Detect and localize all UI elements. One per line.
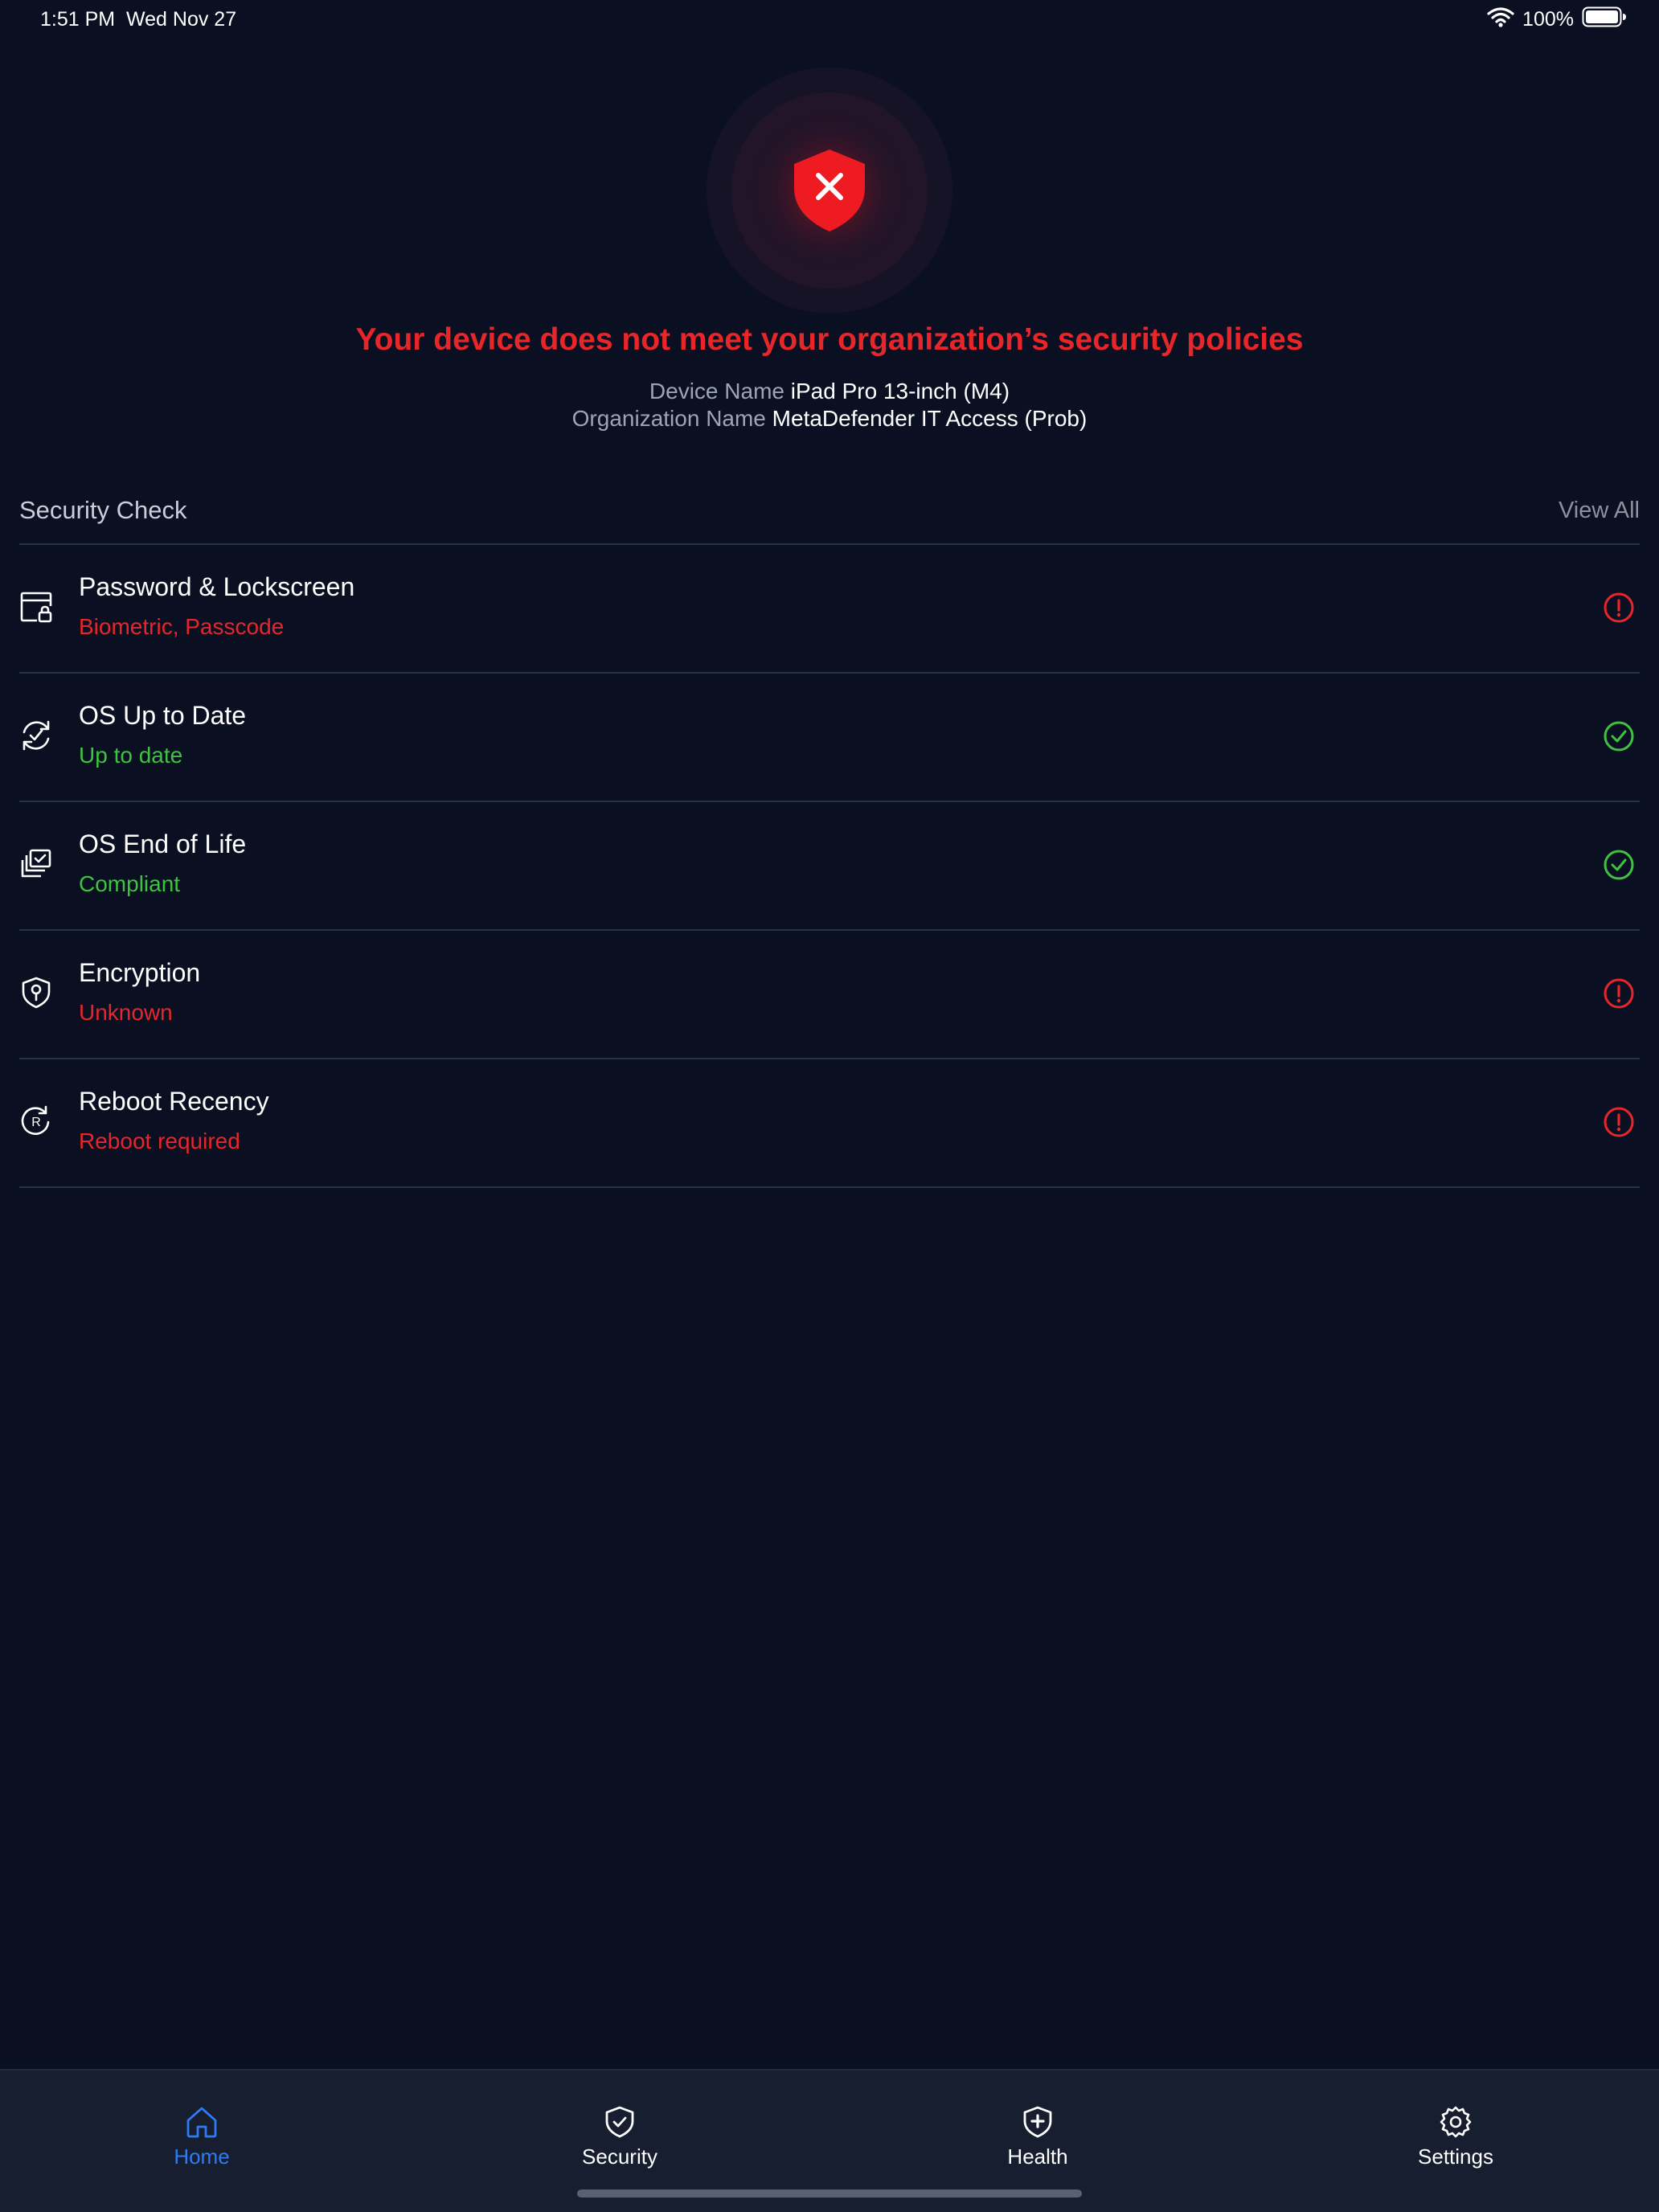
tab-label: Health (1007, 2144, 1068, 2169)
divider (19, 1186, 1640, 1188)
lockscreen-icon (19, 590, 53, 624)
reboot-icon: R (19, 1104, 53, 1138)
stacked-check-icon (19, 847, 53, 881)
app-screen: 1:51 PM Wed Nov 27 100% Your device does… (0, 0, 1659, 2212)
tab-label: Home (174, 2144, 230, 2169)
check-title: OS End of Life (79, 830, 247, 858)
check-subtitle: Compliant (79, 871, 181, 896)
security-check-header: Security Check View All (19, 496, 1640, 528)
warning-icon (1603, 592, 1635, 624)
tab-home[interactable]: Home (105, 2104, 298, 2177)
tab-settings[interactable]: Settings (1359, 2104, 1552, 2177)
shield-x-icon (707, 68, 952, 313)
organization-name-label: Organization Name (571, 406, 766, 431)
status-time: 1:51 PM (40, 8, 116, 31)
device-name-value: iPad Pro 13-inch (M4) (790, 379, 1010, 403)
tab-security[interactable]: Security (523, 2104, 716, 2177)
check-row-password[interactable]: Password & Lockscreen Biometric, Passcod… (19, 545, 1640, 672)
shield-plus-icon (1023, 2106, 1052, 2138)
battery-percentage: 100% (1522, 8, 1574, 31)
hero-shield (707, 68, 952, 313)
check-title: OS Up to Date (79, 701, 247, 730)
check-row-os-end-of-life[interactable]: OS End of Life Compliant (19, 802, 1640, 929)
tab-health[interactable]: Health (941, 2104, 1134, 2177)
svg-text:R: R (31, 1116, 41, 1129)
battery-icon (1582, 6, 1627, 33)
organization-name-line: Organization Name MetaDefender IT Access… (0, 406, 1659, 432)
refresh-check-icon (19, 719, 53, 752)
organization-name-value: MetaDefender IT Access (Prob) (772, 406, 1088, 431)
check-circle-icon (1603, 849, 1635, 881)
warning-icon (1603, 1106, 1635, 1138)
check-title: Password & Lockscreen (79, 572, 355, 601)
status-indicators: 100% (1487, 6, 1627, 33)
check-row-encryption[interactable]: Encryption Unknown (19, 931, 1640, 1058)
status-bar: 1:51 PM Wed Nov 27 100% (0, 0, 1659, 39)
tab-label: Settings (1418, 2144, 1493, 2169)
check-title: Reboot Recency (79, 1087, 269, 1116)
gear-icon (1440, 2106, 1472, 2138)
shield-key-icon (19, 976, 53, 1010)
wifi-icon (1487, 6, 1514, 33)
check-row-os-up-to-date[interactable]: OS Up to Date Up to date (19, 674, 1640, 801)
home-indicator[interactable] (577, 2189, 1082, 2198)
check-subtitle: Up to date (79, 743, 183, 768)
view-all-link[interactable]: View All (1559, 498, 1640, 524)
section-title: Security Check (19, 496, 187, 524)
device-name-line: Device Name iPad Pro 13-inch (M4) (0, 379, 1659, 404)
check-subtitle: Reboot required (79, 1129, 240, 1153)
device-name-label: Device Name (649, 379, 784, 403)
status-date: Wed Nov 27 (126, 8, 237, 31)
tab-label: Security (582, 2144, 657, 2169)
check-circle-icon (1603, 720, 1635, 752)
check-row-reboot-recency[interactable]: R Reboot Recency Reboot required (19, 1059, 1640, 1186)
home-icon (186, 2107, 217, 2138)
check-subtitle: Biometric, Passcode (79, 614, 285, 639)
check-subtitle: Unknown (79, 1000, 173, 1025)
shield-check-icon (605, 2106, 634, 2138)
warning-icon (1603, 977, 1635, 1010)
compliance-status-title: Your device does not meet your organizat… (355, 322, 1304, 357)
check-title: Encryption (79, 958, 201, 987)
